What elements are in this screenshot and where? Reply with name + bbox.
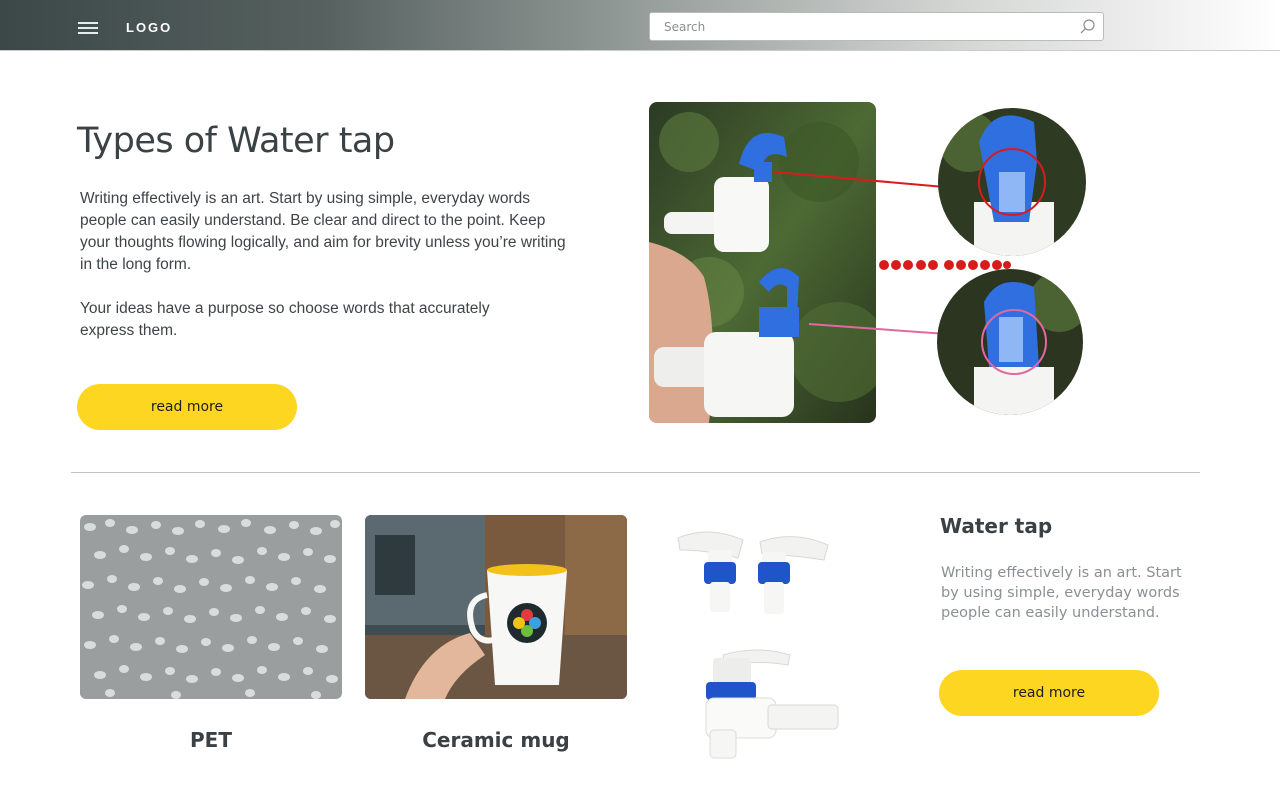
search-icon[interactable] (1079, 18, 1096, 35)
water-tap-comparison-image (649, 102, 1086, 423)
search-box[interactable] (649, 12, 1104, 41)
hero-paragraph-secondary: Your ideas have a purpose so choose word… (80, 300, 490, 339)
hamburger-menu-icon[interactable] (78, 22, 98, 34)
section-divider (71, 472, 1200, 473)
page-title: Types of Water tap (77, 121, 395, 161)
pet-pellets-image[interactable] (80, 515, 342, 699)
read-more-button-secondary[interactable]: read more (939, 670, 1159, 716)
card-label-ceramic-mug[interactable]: Ceramic mug (365, 728, 627, 752)
ceramic-mug-image[interactable] (365, 515, 627, 699)
logo[interactable]: LOGO (126, 20, 172, 35)
top-header: LOGO (0, 0, 1280, 51)
section-description: Writing effectively is an art. Start by … (941, 565, 1182, 621)
read-more-button[interactable]: read more (77, 384, 297, 430)
search-input[interactable] (650, 13, 1070, 40)
section-title-water-tap: Water tap (940, 514, 1053, 538)
water-tap-product-image (677, 531, 839, 759)
card-label-pet[interactable]: PET (80, 728, 342, 752)
hero-paragraph: Writing effectively is an art. Start by … (80, 190, 566, 273)
